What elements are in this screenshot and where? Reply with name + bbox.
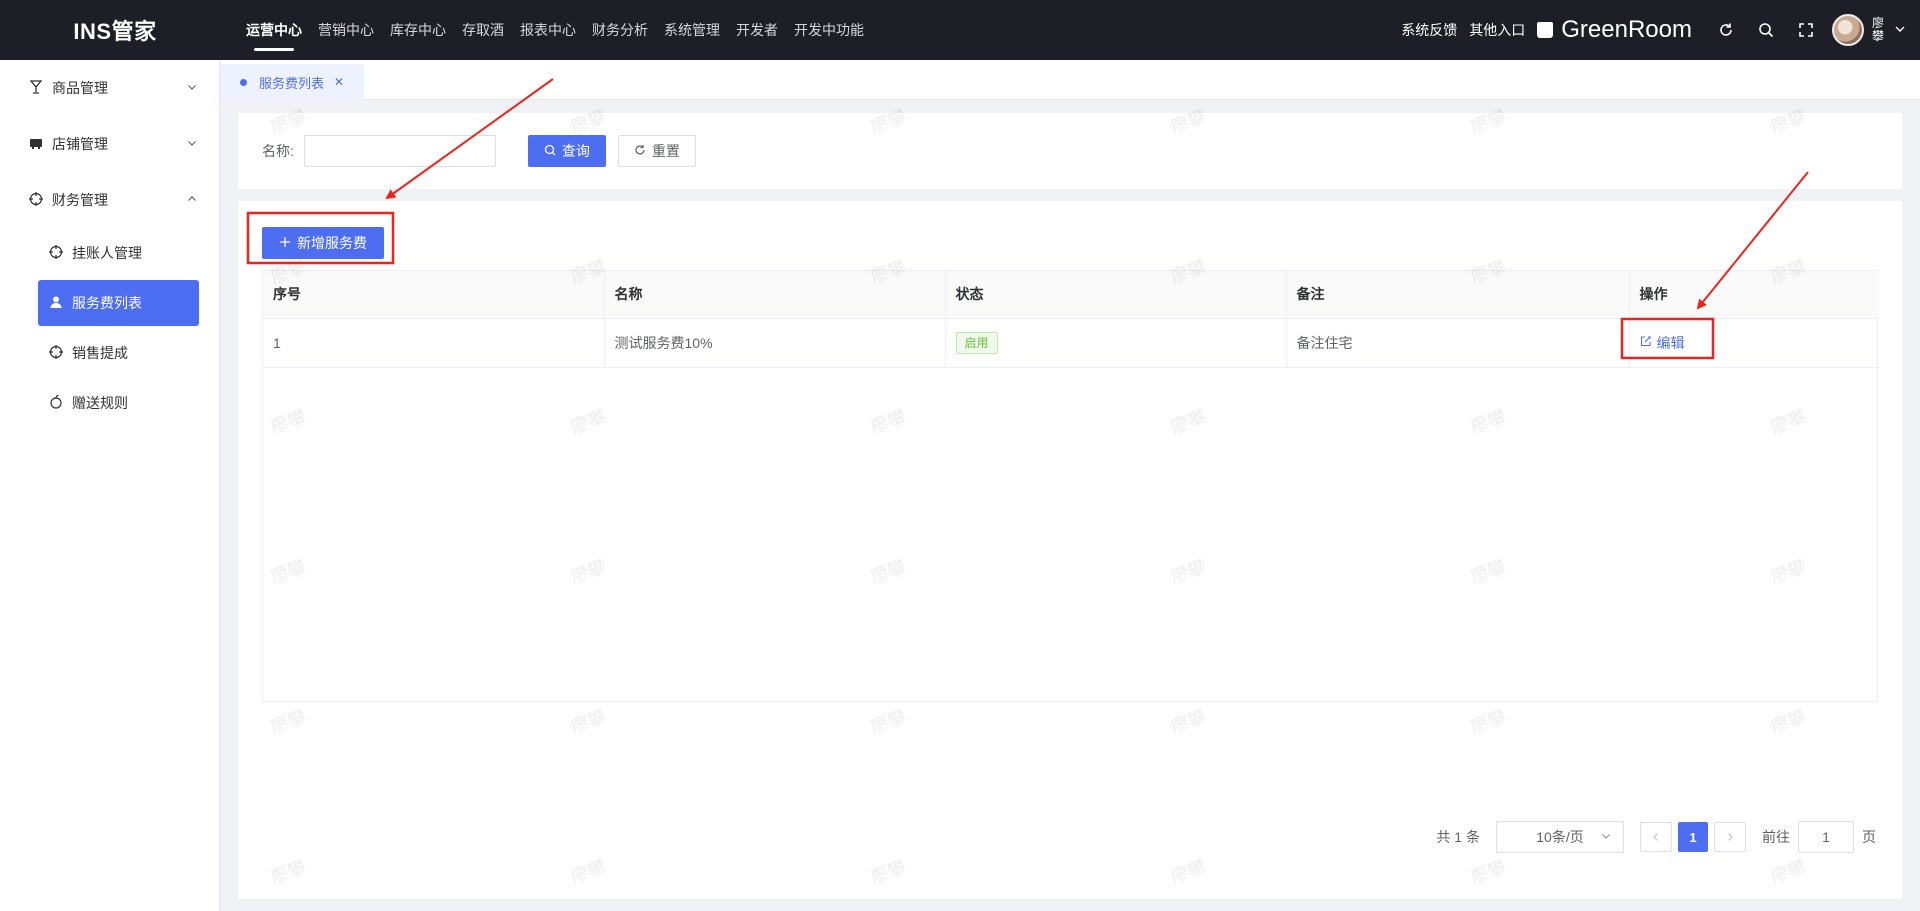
column-header-status: 状态 [945, 271, 1287, 319]
store-name: GreenRoom [1561, 16, 1692, 43]
query-button[interactable]: 查询 [527, 135, 606, 167]
chevron-down-icon[interactable] [1894, 22, 1906, 38]
sidebar-group-products[interactable]: 商品管理 [0, 60, 219, 116]
other-entry-link[interactable]: 其他入口 [1469, 20, 1525, 40]
fullscreen-icon[interactable] [1786, 10, 1826, 50]
sidebar-group-label: 财务管理 [52, 192, 108, 208]
store-icon [1537, 22, 1554, 38]
reset-button-label: 重置 [651, 143, 680, 159]
topnav-wine-storage[interactable]: 存取酒 [462, 0, 504, 60]
table-row: 1 测试服务费10% 启用 备注住宅 编辑 [263, 318, 1879, 368]
chevron-down-icon [187, 81, 197, 95]
goblet-icon [28, 79, 44, 97]
edit-button[interactable]: 编辑 [1640, 333, 1685, 353]
main-card: 新增服务费 序号 名称 状态 备注 操作 1 测试服务费10% 启用 备注住宅 … [238, 201, 1902, 899]
name-input[interactable] [303, 135, 496, 167]
cell-actions: 编辑 [1629, 318, 1879, 368]
target-icon [48, 244, 64, 262]
prev-page-button[interactable] [1640, 822, 1672, 852]
page-size-select[interactable]: 10条/页 [1496, 821, 1624, 853]
sidebar-item-service-fee-list[interactable]: 服务费列表 [38, 280, 199, 326]
topnav-developer[interactable]: 开发者 [736, 0, 778, 60]
header-right: 系统反馈 其他入口 GreenRoom 廖攀 [1401, 10, 1920, 50]
next-page-button[interactable] [1714, 822, 1746, 852]
sidebar-item-label: 销售提成 [72, 345, 128, 361]
service-fee-table: 序号 名称 状态 备注 操作 1 测试服务费10% 启用 备注住宅 编辑 [262, 270, 1879, 702]
page-number-current[interactable]: 1 [1678, 822, 1708, 852]
column-header-name: 名称 [604, 271, 946, 319]
goto-label: 前往 [1762, 829, 1790, 845]
tabs-bar: 服务费列表 ✕ [220, 60, 1920, 100]
table-header-row: 序号 名称 状态 备注 操作 [263, 271, 1879, 319]
chevron-down-icon [187, 137, 197, 151]
sidebar-item-label: 挂账人管理 [72, 245, 142, 261]
edit-icon [1640, 335, 1652, 350]
refresh-icon [634, 144, 646, 159]
sidebar-group-label: 商品管理 [52, 80, 108, 96]
sidebar-item-label: 服务费列表 [72, 295, 142, 311]
user-name[interactable]: 廖攀 [1872, 17, 1886, 43]
user-icon [48, 295, 64, 312]
sidebar: 商品管理 店铺管理 财务管理 挂账人管理 服务费列表 销售提成 赠送规则 [0, 60, 220, 911]
column-header-index: 序号 [263, 271, 605, 319]
chevron-down-icon [1601, 830, 1611, 844]
page-suffix-label: 页 [1862, 829, 1876, 845]
reset-button[interactable]: 重置 [617, 135, 696, 167]
sidebar-group-label: 店铺管理 [52, 136, 108, 152]
tab-service-fee-list[interactable]: 服务费列表 ✕ [220, 64, 365, 100]
cell-status: 启用 [945, 318, 1287, 368]
feedback-link[interactable]: 系统反馈 [1401, 20, 1457, 40]
top-header: INS管家 运营中心 营销中心 库存中心 存取酒 报表中心 财务分析 系统管理 … [0, 0, 1920, 60]
plus-icon [279, 236, 291, 251]
cell-index: 1 [263, 318, 605, 368]
name-label: 名称: [262, 143, 294, 159]
refresh-icon[interactable] [1706, 10, 1746, 50]
store-switcher[interactable]: GreenRoom [1537, 16, 1692, 44]
sidebar-item-sales-commission[interactable]: 销售提成 [38, 330, 199, 376]
close-icon[interactable]: ✕ [334, 75, 344, 89]
topnav-finance-analysis[interactable]: 财务分析 [592, 0, 648, 60]
add-service-fee-button[interactable]: 新增服务费 [262, 227, 384, 259]
column-header-actions: 操作 [1629, 271, 1879, 319]
topnav-marketing-center[interactable]: 营销中心 [318, 0, 374, 60]
tab-label: 服务费列表 [259, 75, 325, 91]
page-size-value: 10条/页 [1536, 829, 1584, 845]
apple-icon [48, 394, 64, 412]
target-icon [48, 344, 64, 362]
sidebar-group-store[interactable]: 店铺管理 [0, 116, 219, 172]
sidebar-item-account-holders[interactable]: 挂账人管理 [38, 230, 199, 276]
topnav-inventory-center[interactable]: 库存中心 [390, 0, 446, 60]
app-logo: INS管家 [73, 19, 157, 44]
sidebar-group-finance[interactable]: 财务管理 [0, 172, 219, 228]
sidebar-item-label: 赠送规则 [72, 395, 128, 411]
cell-name: 测试服务费10% [604, 318, 946, 368]
store-icon [28, 136, 44, 153]
chevron-up-icon [187, 193, 197, 207]
search-icon [544, 144, 556, 159]
goto-page-input[interactable] [1798, 821, 1854, 853]
pagination: 共 1 条 10条/页 1 前往 页 [1436, 821, 1876, 853]
topnav-ops-center[interactable]: 运营中心 [246, 0, 302, 60]
add-button-label: 新增服务费 [297, 235, 367, 251]
sidebar-item-gift-rules[interactable]: 赠送规则 [38, 380, 199, 426]
target-icon [28, 191, 44, 209]
topnav-system-management[interactable]: 系统管理 [664, 0, 720, 60]
search-icon[interactable] [1746, 10, 1786, 50]
cell-remark: 备注住宅 [1286, 318, 1630, 368]
topnav-in-development[interactable]: 开发中功能 [794, 0, 864, 60]
query-button-label: 查询 [561, 143, 590, 159]
edit-label: 编辑 [1656, 334, 1685, 351]
column-header-remark: 备注 [1286, 271, 1630, 319]
pagination-total: 共 1 条 [1436, 829, 1480, 845]
search-form: 名称: 查询 重置 [238, 113, 1902, 189]
active-dot-icon [240, 78, 247, 86]
top-nav: 运营中心 营销中心 库存中心 存取酒 报表中心 财务分析 系统管理 开发者 开发… [246, 0, 880, 60]
topnav-report-center[interactable]: 报表中心 [520, 0, 576, 60]
user-avatar[interactable] [1832, 14, 1864, 46]
status-badge: 启用 [955, 331, 998, 354]
